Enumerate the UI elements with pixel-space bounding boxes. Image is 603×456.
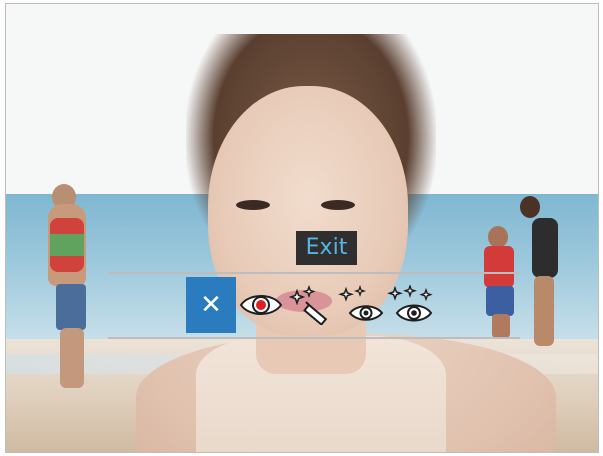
bg-person-left-vest	[50, 218, 84, 272]
toolbar-divider-top	[108, 272, 520, 274]
photo-frame: Exit ✕	[5, 3, 599, 453]
exit-button[interactable]: ✕	[186, 277, 236, 333]
red-eye-icon	[239, 295, 283, 315]
sparkle-eye-plus-button[interactable]	[386, 277, 436, 333]
bg-child-body	[484, 246, 514, 288]
edit-toolbar: ✕	[186, 277, 436, 333]
woman-right-eye	[321, 200, 355, 210]
red-eye-button[interactable]	[236, 277, 286, 333]
bg-man-body	[532, 218, 558, 278]
bg-person-left-shorts	[56, 284, 86, 330]
sparkle-eye-plus-icon	[387, 285, 433, 322]
exit-tooltip: Exit	[296, 231, 357, 265]
bg-man-head	[520, 196, 540, 218]
sparkle-eye-button[interactable]	[336, 277, 386, 333]
magic-wand-button[interactable]	[286, 277, 336, 333]
sparkle-eye-icon	[338, 285, 384, 321]
close-icon: ✕	[200, 290, 222, 320]
bg-child-shorts	[486, 286, 514, 316]
bg-man-legs	[534, 276, 554, 346]
woman-left-eye	[236, 200, 270, 210]
magic-wand-icon	[289, 285, 328, 325]
bg-person-left-legs	[60, 328, 84, 388]
bg-child-head	[488, 226, 508, 248]
bg-child-legs	[492, 314, 510, 338]
toolbar-divider-bottom	[108, 337, 520, 339]
photo	[6, 4, 598, 452]
